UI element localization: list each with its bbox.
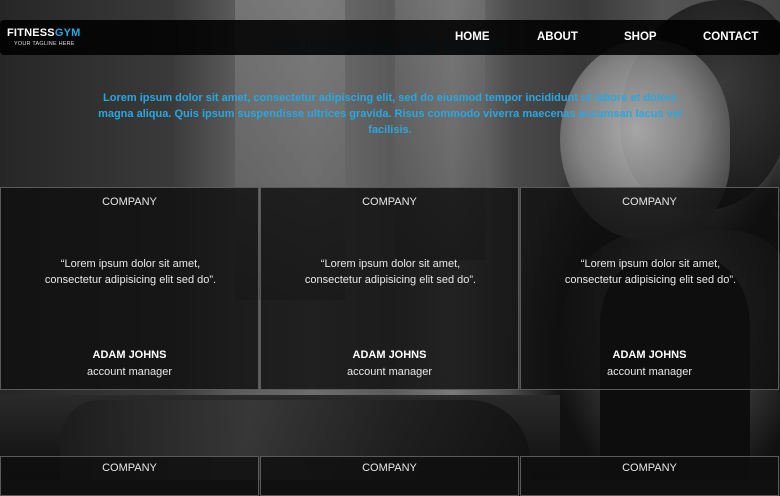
card-company: COMPANY: [362, 196, 417, 208]
top-navbar: FITNESSGYM YOUR TAGLINE HERE HOME ABOUT …: [0, 20, 780, 55]
nav-home-link[interactable]: HOME: [455, 31, 490, 43]
nav-contact-link[interactable]: CONTACT: [703, 31, 758, 43]
nav-about-link[interactable]: ABOUT: [537, 31, 578, 43]
testimonial-card: COMPANY: [520, 456, 779, 496]
card-person-role: account manager: [347, 366, 432, 378]
nav-shop-link[interactable]: SHOP: [624, 31, 657, 43]
card-person-name: ADAM JOHNS: [612, 349, 687, 361]
card-company: COMPANY: [362, 462, 417, 474]
brand-name-part1: FITNESS: [7, 27, 55, 39]
testimonial-card: COMPANY “Lorem ipsum dolor sit amet, con…: [0, 187, 259, 390]
card-quote: “Lorem ipsum dolor sit amet, consectetur…: [44, 258, 217, 286]
card-quote: “Lorem ipsum dolor sit amet, consectetur…: [564, 258, 737, 286]
card-person-name: ADAM JOHNS: [352, 349, 427, 361]
testimonial-card: COMPANY: [0, 456, 259, 496]
card-person-role: account manager: [87, 366, 172, 378]
brand-tagline: YOUR TAGLINE HERE: [14, 41, 75, 47]
brand-name: FITNESSGYM: [7, 27, 81, 39]
card-company: COMPANY: [102, 462, 157, 474]
card-company: COMPANY: [622, 462, 677, 474]
testimonial-card: COMPANY “Lorem ipsum dolor sit amet, con…: [260, 187, 519, 390]
testimonial-card: COMPANY “Lorem ipsum dolor sit amet, con…: [520, 187, 779, 390]
brand-name-part2: GYM: [54, 27, 81, 39]
section-intro-text: Lorem ipsum dolor sit amet, consectetur …: [98, 92, 682, 136]
testimonial-card: COMPANY: [260, 456, 519, 496]
card-person-name: ADAM JOHNS: [92, 349, 167, 361]
card-person-role: account manager: [607, 366, 692, 378]
card-quote: “Lorem ipsum dolor sit amet, consectetur…: [304, 258, 477, 286]
card-company: COMPANY: [622, 196, 677, 208]
brand-logo[interactable]: FITNESSGYM YOUR TAGLINE HERE: [7, 27, 81, 47]
card-company: COMPANY: [102, 196, 157, 208]
